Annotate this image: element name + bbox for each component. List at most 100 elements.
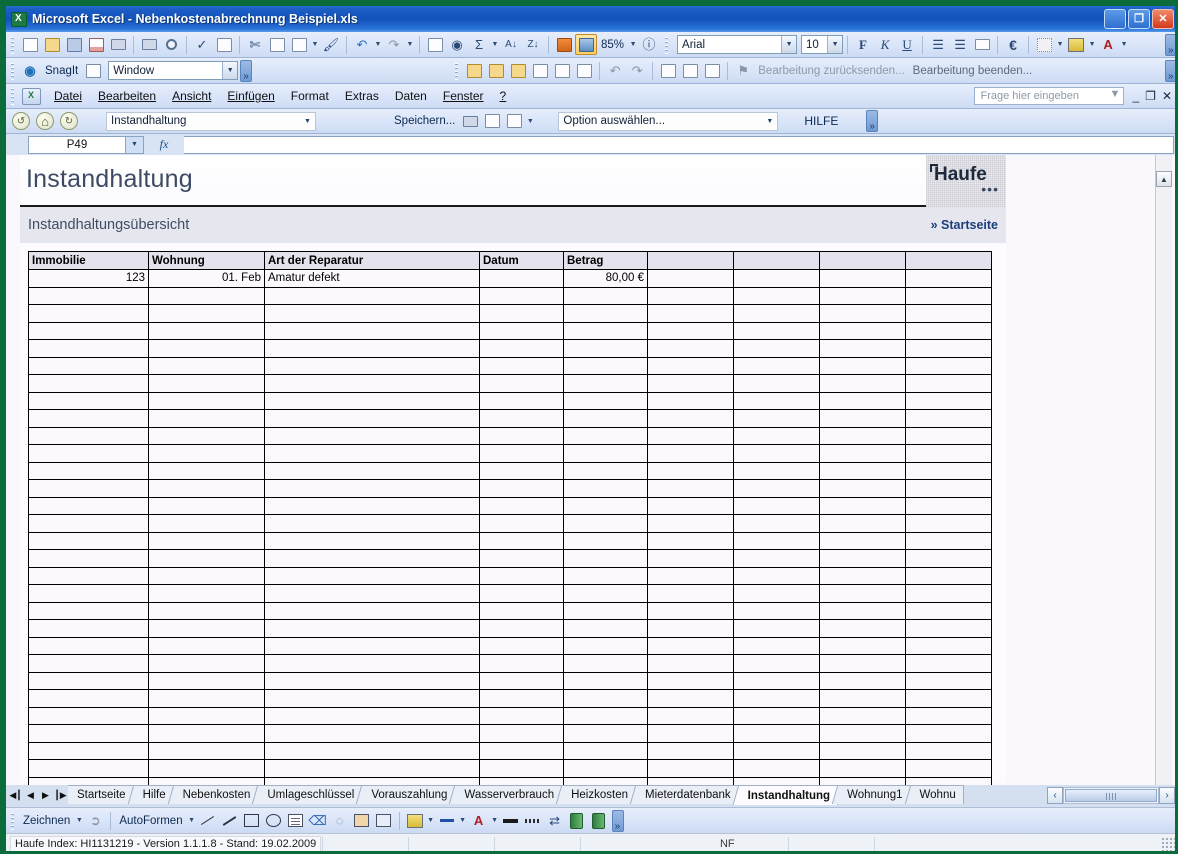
stamp-icon[interactable] xyxy=(679,60,701,81)
fill-color-chevron-down-icon[interactable]: ▼ xyxy=(1087,34,1097,55)
merge-cells-icon[interactable] xyxy=(971,34,993,55)
attach-icon[interactable] xyxy=(701,60,723,81)
table-row[interactable] xyxy=(28,689,992,708)
menu-grip[interactable] xyxy=(9,87,16,105)
cell-immobilie[interactable] xyxy=(28,496,149,515)
cell-wohnung[interactable] xyxy=(148,619,265,638)
cell-empty-1[interactable] xyxy=(647,479,734,498)
cell-wohnung[interactable] xyxy=(148,409,265,428)
cell-wohnung[interactable] xyxy=(148,759,265,778)
cell-betrag[interactable] xyxy=(563,409,648,428)
redo-chevron-down-icon[interactable]: ▼ xyxy=(405,34,415,55)
copy-icon[interactable] xyxy=(481,111,503,132)
cell-art-der-reparatur[interactable] xyxy=(264,479,480,498)
cell-empty-4[interactable] xyxy=(905,374,992,393)
rectangle-icon[interactable] xyxy=(241,810,263,831)
review-end-label[interactable]: Bearbeitung beenden... xyxy=(909,65,1037,77)
cell-empty-3[interactable] xyxy=(819,601,906,620)
cell-empty-4[interactable] xyxy=(905,706,992,725)
arrow-icon[interactable] xyxy=(219,810,241,831)
line-style-icon[interactable] xyxy=(500,810,522,831)
horizontal-scrollbar-track[interactable] xyxy=(1063,786,1159,804)
cell-betrag[interactable]: 80,00 € xyxy=(563,269,648,288)
cell-immobilie[interactable] xyxy=(28,479,149,498)
cell-art-der-reparatur[interactable] xyxy=(264,566,480,585)
dash-style-icon[interactable] xyxy=(522,810,544,831)
cell-datum[interactable] xyxy=(479,321,564,340)
sheet-tab-vorauszahlung[interactable]: Vorauszahlung xyxy=(362,785,456,804)
cell-empty-1[interactable] xyxy=(647,636,734,655)
cell-empty-2[interactable] xyxy=(733,514,820,533)
cell-empty-2[interactable] xyxy=(733,391,820,410)
resize-grip-icon[interactable] xyxy=(1161,837,1175,851)
review-send-label[interactable]: Bearbeitung zurücksenden... xyxy=(754,65,908,77)
cell-empty-3[interactable] xyxy=(819,409,906,428)
cell-immobilie[interactable] xyxy=(28,374,149,393)
cell-empty-1[interactable] xyxy=(647,619,734,638)
cell-empty-2[interactable] xyxy=(733,654,820,673)
cell-empty-3[interactable] xyxy=(819,321,906,340)
menu-item-ansicht[interactable]: Ansicht xyxy=(164,86,219,106)
undo-chevron-down-icon[interactable]: ▼ xyxy=(373,34,383,55)
cell-datum[interactable] xyxy=(479,374,564,393)
cell-immobilie[interactable] xyxy=(28,584,149,603)
zoom-chevron-down-icon[interactable]: ▼ xyxy=(628,34,638,55)
cell-datum[interactable] xyxy=(479,409,564,428)
menu-item-extras[interactable]: Extras xyxy=(337,86,387,106)
cell-empty-1[interactable] xyxy=(647,409,734,428)
cell-betrag[interactable] xyxy=(563,391,648,410)
italic-button[interactable]: K xyxy=(874,34,896,55)
hyperlink-icon[interactable] xyxy=(424,34,446,55)
font-color-icon[interactable]: A xyxy=(468,810,490,831)
cell-immobilie[interactable] xyxy=(28,444,149,463)
cell-empty-1[interactable] xyxy=(647,741,734,760)
autosum-icon[interactable]: Σ xyxy=(468,34,490,55)
fill-color-icon[interactable] xyxy=(1065,34,1087,55)
cell-empty-3[interactable] xyxy=(819,339,906,358)
minimize-button[interactable]: _ xyxy=(1104,9,1126,30)
ask-a-question-input[interactable]: Frage hier eingeben ▼ xyxy=(974,87,1125,105)
cell-betrag[interactable] xyxy=(563,356,648,375)
cell-art-der-reparatur[interactable] xyxy=(264,514,480,533)
forward-arrow-icon[interactable]: ↻ xyxy=(60,112,78,130)
cell-datum[interactable] xyxy=(479,724,564,743)
cell-empty-2[interactable] xyxy=(733,479,820,498)
last-sheet-button[interactable]: ┃▶ xyxy=(53,786,68,804)
back-arrow-icon[interactable]: ↺ xyxy=(12,112,30,130)
cell-empty-3[interactable] xyxy=(819,584,906,603)
cell-immobilie[interactable] xyxy=(28,321,149,340)
cell-wohnung[interactable] xyxy=(148,479,265,498)
startseite-link[interactable]: » Startseite xyxy=(931,218,998,232)
cell-immobilie[interactable] xyxy=(28,409,149,428)
cell-datum[interactable] xyxy=(479,671,564,690)
cell-betrag[interactable] xyxy=(563,759,648,778)
cell-betrag[interactable] xyxy=(563,654,648,673)
cell-empty-2[interactable] xyxy=(733,409,820,428)
cell-art-der-reparatur[interactable] xyxy=(264,741,480,760)
cell-empty-1[interactable] xyxy=(647,286,734,305)
cell-empty-3[interactable] xyxy=(819,269,906,288)
cell-wohnung[interactable] xyxy=(148,724,265,743)
table-row[interactable] xyxy=(28,356,992,375)
line-icon[interactable] xyxy=(197,810,219,831)
ask-chevron-down-icon[interactable]: ▼ xyxy=(1109,88,1122,104)
cell-betrag[interactable] xyxy=(563,601,648,620)
arrow-style-icon[interactable]: ⇄ xyxy=(544,810,566,831)
cell-empty-4[interactable] xyxy=(905,444,992,463)
cell-empty-1[interactable] xyxy=(647,356,734,375)
table-row[interactable] xyxy=(28,514,992,533)
cell-empty-1[interactable] xyxy=(647,566,734,585)
haufe-toolbar-overflow-button[interactable] xyxy=(866,110,879,132)
table-row[interactable] xyxy=(28,286,992,305)
table-row[interactable] xyxy=(28,776,992,785)
cell-empty-1[interactable] xyxy=(647,531,734,550)
cell-empty-4[interactable] xyxy=(905,671,992,690)
sheet-tab-heizkosten[interactable]: Heizkosten xyxy=(562,785,636,804)
table-row[interactable] xyxy=(28,654,992,673)
cell-immobilie[interactable] xyxy=(28,339,149,358)
cell-art-der-reparatur[interactable] xyxy=(264,286,480,305)
cell-wohnung[interactable] xyxy=(148,514,265,533)
help-icon[interactable]: ⓘ xyxy=(638,34,660,55)
table-row[interactable] xyxy=(28,321,992,340)
cell-datum[interactable] xyxy=(479,759,564,778)
